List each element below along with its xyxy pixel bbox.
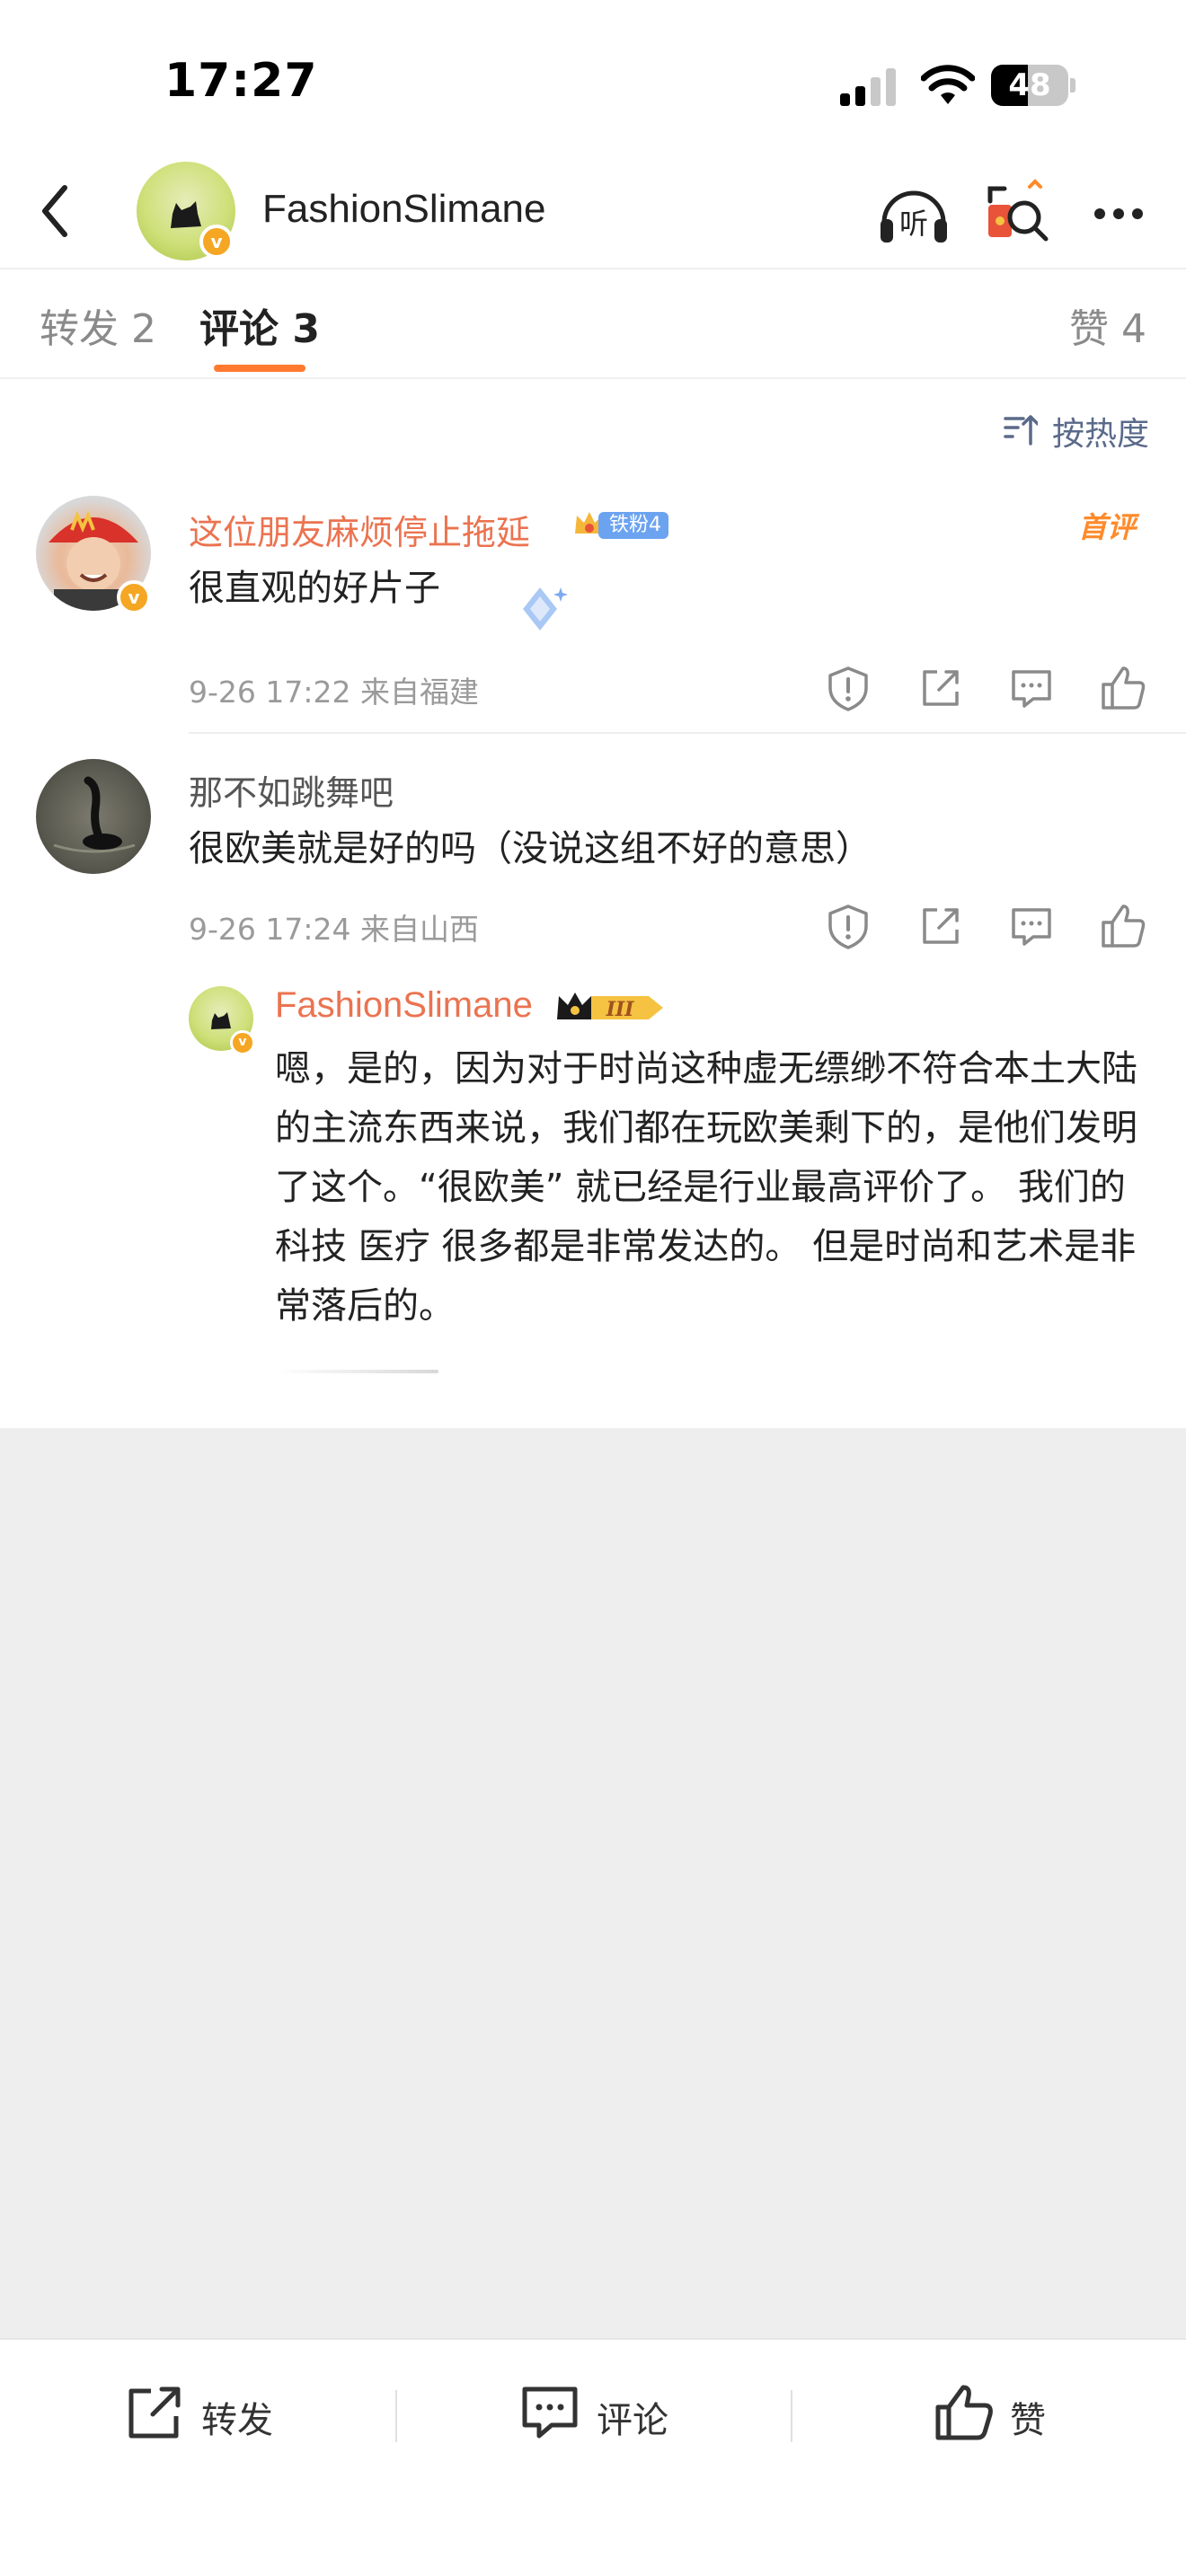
fan-badge: 铁粉4 [571, 507, 670, 539]
diamond-sticker-icon [523, 587, 568, 631]
repost-icon [128, 2386, 181, 2439]
bottom-bar-separator [395, 2390, 397, 2442]
tab-repost[interactable]: 转发 2 [40, 296, 156, 354]
tab-likes[interactable]: 赞 4 [1069, 296, 1146, 354]
like-icon[interactable] [1098, 901, 1148, 951]
comment-username[interactable]: 那不如跳舞吧 [189, 765, 394, 815]
empty-area [0, 1428, 1186, 2338]
report-icon[interactable] [823, 663, 873, 713]
repost-label: 转发 [201, 2400, 273, 2441]
tab-bar: 转发 2 评论 3 赞 4 [0, 271, 1186, 379]
battery-level: 48 [1008, 67, 1051, 103]
comment-icon [522, 2386, 578, 2439]
repost-button[interactable]: 转发 [122, 2380, 302, 2452]
header: v FashionSlimane 听 [0, 153, 1186, 269]
active-tab-indicator [214, 365, 305, 372]
comment-label: 评论 [597, 2400, 668, 2441]
commenter-avatar-image [53, 776, 136, 853]
back-arrow-icon[interactable] [25, 175, 88, 247]
headphones-icon[interactable]: 听 [873, 172, 954, 253]
like-button[interactable]: 赞 [931, 2380, 1075, 2452]
commenter-avatar[interactable] [36, 759, 151, 874]
comment-icon[interactable] [1006, 663, 1057, 713]
like-icon [935, 2385, 993, 2440]
comment-divider [189, 732, 1186, 734]
comment-button[interactable]: 评论 [518, 2380, 697, 2452]
header-username[interactable]: FashionSlimane [262, 187, 546, 232]
comment-meta: 9-26 17:22 来自福建 [189, 675, 479, 710]
wifi-icon [921, 65, 975, 104]
verified-badge: v [230, 1030, 255, 1055]
bottom-bar-separator [791, 2390, 792, 2442]
reply-loading-bar [275, 1370, 438, 1373]
report-icon[interactable] [823, 901, 873, 951]
member-level-badge: III [557, 992, 663, 1021]
comment-text: 很欧美就是好的吗（没说这组不好的意思） [189, 828, 872, 869]
status-bar: 17:27 48 [0, 0, 1186, 153]
status-time: 17:27 [164, 54, 318, 108]
red-packet-search-icon[interactable] [978, 172, 1058, 253]
comment-username[interactable]: 这位朋友麻烦停止拖延 [189, 505, 530, 554]
more-icon[interactable] [1078, 172, 1159, 253]
tab-comments[interactable]: 评论 3 [199, 296, 320, 354]
fan-badge-label: 铁粉4 [598, 512, 668, 539]
share-icon[interactable] [916, 663, 966, 713]
share-icon[interactable] [916, 901, 966, 951]
reply-text: 嗯，是的，因为对于时尚这种虚无缥缈不符合本土大陆的主流东西来说，我们都在玩欧美剩… [275, 1048, 1137, 1327]
listen-label: 听 [899, 207, 928, 241]
comment-text: 很直观的好片子 [189, 568, 440, 609]
reply-block: v FashionSlimane III 嗯，是的，因为对于时尚这种虚无缥缈不符… [189, 975, 1186, 1428]
like-icon[interactable] [1098, 663, 1148, 713]
reply-username[interactable]: FashionSlimane [275, 985, 533, 1026]
sort-label: 按热度 [1052, 416, 1150, 453]
signal-icon [840, 68, 896, 106]
battery-indicator: 48 [991, 65, 1075, 106]
verified-badge: v [117, 580, 151, 614]
first-comment-tag: 首评 [1078, 510, 1137, 544]
bottom-action-bar: 转发 评论 赞 [0, 2338, 1186, 2576]
sort-icon [1004, 415, 1038, 446]
comment-icon[interactable] [1006, 901, 1057, 951]
member-level-label: III [606, 998, 635, 1021]
verified-badge: v [199, 225, 234, 259]
comment-meta: 9-26 17:24 来自山西 [189, 912, 479, 947]
like-label: 赞 [1010, 2400, 1046, 2441]
